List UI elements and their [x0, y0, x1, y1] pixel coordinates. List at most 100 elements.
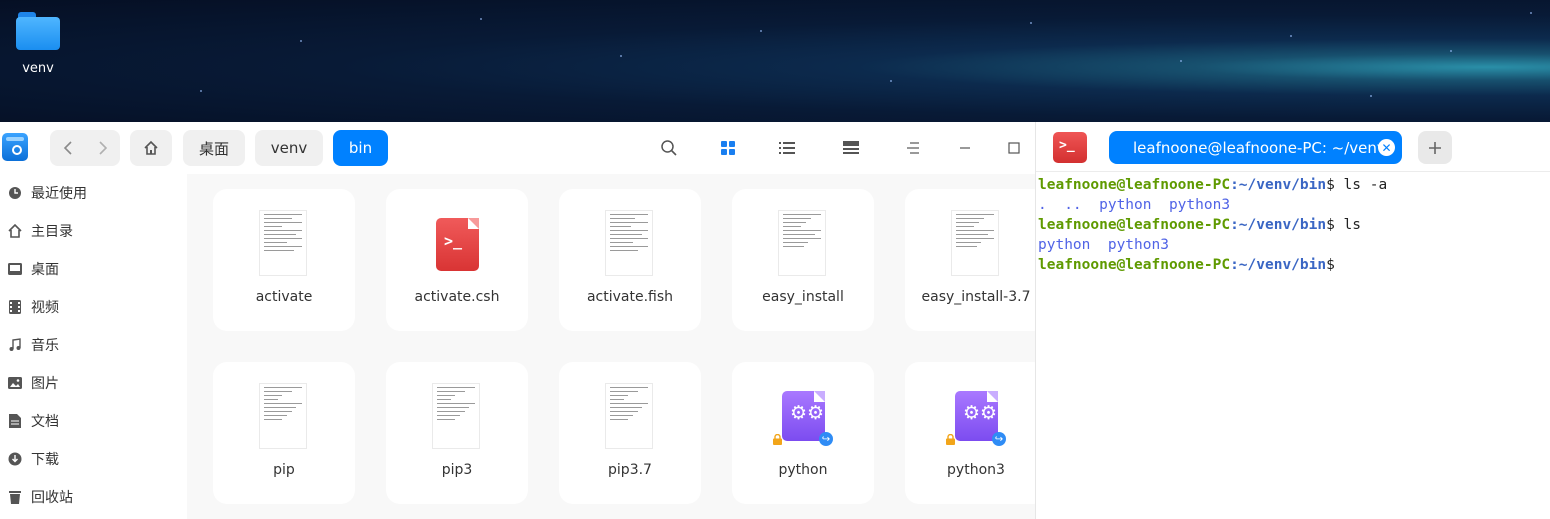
music-icon — [7, 337, 23, 353]
list-icon — [779, 142, 795, 154]
lock-icon — [946, 434, 955, 445]
plus-icon — [1429, 141, 1441, 154]
sidebar-item-downloads[interactable]: 下载 — [0, 440, 187, 478]
clock-icon — [7, 185, 23, 201]
minimize-button[interactable] — [953, 136, 977, 160]
terminal-output-line: python python3 — [1038, 237, 1169, 253]
icon-view-button[interactable] — [716, 136, 740, 160]
terminal-output-line: . .. python python3 — [1038, 197, 1231, 213]
prompt-symbol: $ — [1326, 217, 1335, 233]
prompt-path: :~/venv/bin — [1230, 257, 1327, 273]
menu-button[interactable] — [901, 136, 925, 160]
sidebar-item-music[interactable]: 音乐 — [0, 326, 187, 364]
file-name: activate — [255, 289, 313, 305]
list-view-button[interactable] — [775, 136, 799, 160]
back-button[interactable] — [50, 130, 85, 166]
command-text: ls — [1334, 217, 1362, 233]
chevron-left-icon — [63, 141, 72, 155]
search-button[interactable] — [657, 136, 681, 160]
prompt-user: leafnoone@leafnoone-PC — [1038, 177, 1231, 193]
breadcrumb-bin[interactable]: bin — [333, 130, 388, 166]
sidebar-item-desktop[interactable]: 桌面 — [0, 250, 187, 288]
file-item-python[interactable]: ⚙⚙ ↪ python — [732, 362, 874, 504]
sidebar-item-label: 主目录 — [31, 224, 73, 240]
file-name: easy_install-3.7 — [921, 289, 1031, 305]
document-icon — [7, 413, 23, 429]
file-name: python3 — [947, 462, 1005, 478]
terminal-line: leafnoone@leafnoone-PC:~/venv/bin$ ls — [1038, 215, 1387, 235]
file-item-activate-csh[interactable]: >_ activate.csh — [386, 189, 528, 331]
desktop-icon-venv[interactable]: venv — [10, 8, 66, 76]
maximize-icon — [1008, 142, 1020, 154]
grid-icon — [721, 141, 735, 155]
prompt-path: :~/venv/bin — [1230, 217, 1327, 233]
close-tab-button[interactable]: ✕ — [1378, 139, 1395, 156]
file-item-python3[interactable]: ⚙⚙ ↪ python3 — [905, 362, 1047, 504]
file-name: python — [778, 462, 828, 478]
breadcrumb-venv[interactable]: venv — [255, 130, 323, 166]
text-file-icon — [259, 210, 307, 276]
navigation-buttons — [50, 130, 120, 166]
symlink-icon: ↪ — [992, 432, 1006, 446]
executable-icon: ⚙⚙ — [955, 391, 998, 441]
file-item-activate[interactable]: activate — [213, 189, 355, 331]
prompt-user: leafnoone@leafnoone-PC — [1038, 257, 1231, 273]
file-manager-titlebar: 桌面 venv bin — [0, 122, 1035, 174]
minimize-icon — [960, 147, 970, 149]
sidebar-item-label: 下载 — [31, 452, 59, 468]
terminal-script-icon: >_ — [436, 218, 479, 271]
sidebar-item-trash[interactable]: 回收站 — [0, 478, 187, 516]
terminal-tab[interactable]: leafnoone@leafnoone-PC: ~/venv/bin ✕ — [1109, 131, 1402, 164]
terminal-output[interactable]: leafnoone@leafnoone-PC:~/venv/bin$ ls -a… — [1038, 175, 1387, 275]
file-item-pip3[interactable]: pip3 — [386, 362, 528, 504]
desktop-icon — [7, 261, 23, 277]
command-text: ls -a — [1334, 177, 1388, 193]
sidebar-item-label: 音乐 — [31, 338, 59, 354]
prompt-user: leafnoone@leafnoone-PC — [1038, 217, 1231, 233]
prompt-path: :~/venv/bin — [1230, 177, 1327, 193]
file-item-activate-fish[interactable]: activate.fish — [559, 189, 701, 331]
file-item-pip3-7[interactable]: pip3.7 — [559, 362, 701, 504]
terminal-app-icon: >_ — [1053, 132, 1087, 163]
chevron-right-icon — [98, 141, 107, 155]
folder-icon — [16, 12, 60, 50]
file-name: pip — [273, 462, 295, 478]
desktop-background: venv — [0, 0, 1550, 122]
sidebar-item-home[interactable]: 主目录 — [0, 212, 187, 250]
executable-icon: ⚙⚙ — [782, 391, 825, 441]
video-icon — [7, 299, 23, 315]
breadcrumb-desktop[interactable]: 桌面 — [183, 130, 245, 166]
details-panel-button[interactable] — [839, 136, 863, 160]
file-name: activate.csh — [414, 289, 500, 305]
home-button[interactable] — [130, 130, 172, 166]
maximize-button[interactable] — [1002, 136, 1026, 160]
home-icon — [7, 223, 23, 239]
sidebar-item-videos[interactable]: 视频 — [0, 288, 187, 326]
sidebar-item-label: 文档 — [31, 414, 59, 430]
terminal-window: >_ leafnoone@leafnoone-PC: ~/venv/bin ✕ … — [1035, 122, 1550, 519]
file-name: pip3.7 — [608, 462, 652, 478]
desktop-icon-label: venv — [22, 61, 54, 76]
file-manager-logo-icon — [2, 133, 28, 161]
file-item-easy-install[interactable]: easy_install — [732, 189, 874, 331]
file-item-pip[interactable]: pip — [213, 362, 355, 504]
text-file-icon — [951, 210, 999, 276]
sidebar-item-documents[interactable]: 文档 — [0, 402, 187, 440]
text-file-icon — [605, 210, 653, 276]
file-name: activate.fish — [586, 289, 674, 305]
terminal-titlebar: >_ leafnoone@leafnoone-PC: ~/venv/bin ✕ — [1036, 122, 1550, 172]
file-item-easy-install-3-7[interactable]: easy_install-3.7 — [905, 189, 1047, 331]
symlink-icon: ↪ — [819, 432, 833, 446]
file-name: easy_install — [762, 289, 844, 305]
file-name: pip3 — [441, 462, 473, 478]
sidebar-item-pictures[interactable]: 图片 — [0, 364, 187, 402]
file-manager-window: 桌面 venv bin 最近使用 主目录 桌面 视频 音乐 图片 文档 下载 回… — [0, 122, 1047, 519]
new-tab-button[interactable] — [1418, 131, 1452, 164]
terminal-line: leafnoone@leafnoone-PC:~/venv/bin$ ls -a — [1038, 175, 1387, 195]
search-icon — [661, 140, 677, 156]
terminal-line: leafnoone@leafnoone-PC:~/venv/bin$ — [1038, 255, 1387, 275]
terminal-tab-title: leafnoone@leafnoone-PC: ~/venv/bin — [1133, 138, 1383, 157]
sidebar-item-label: 视频 — [31, 300, 59, 316]
forward-button[interactable] — [85, 130, 120, 166]
sidebar-item-recent[interactable]: 最近使用 — [0, 174, 187, 212]
